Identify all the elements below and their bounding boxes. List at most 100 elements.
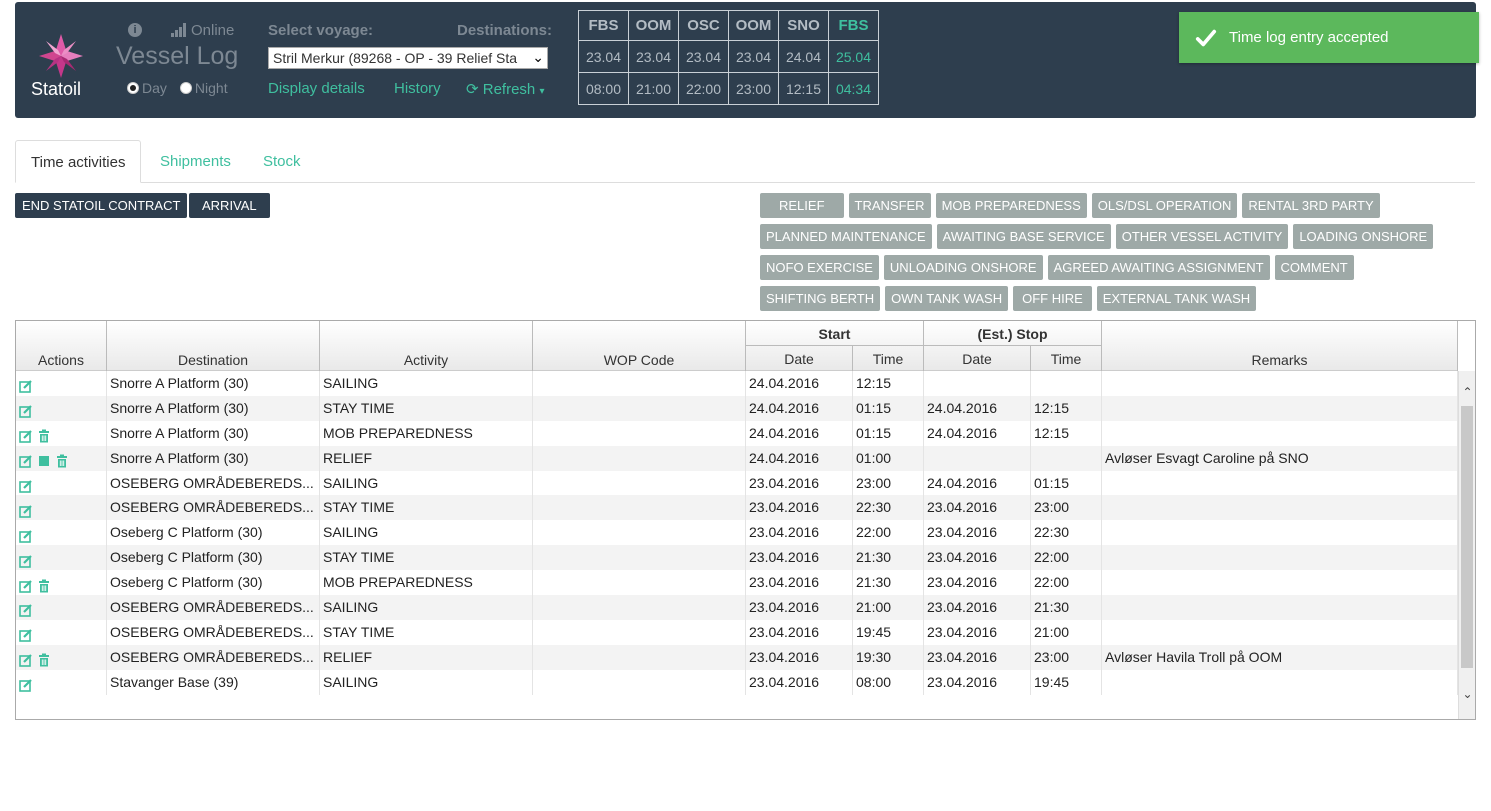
actions-cell (16, 644, 107, 670)
activity-button-transfer[interactable]: TRANSFER (848, 193, 931, 218)
table-row[interactable]: Snorre A Platform (30) SAILING 24.04.2016 1… (16, 371, 1458, 396)
end-contract-button[interactable]: END STATOIL CONTRACT (15, 193, 188, 218)
start-time-cell: 01:15 (853, 420, 924, 446)
col-remarks-header[interactable]: Remarks (1102, 321, 1458, 371)
col-actions-header[interactable]: Actions (16, 321, 107, 371)
col-start-date-header[interactable]: Date (746, 346, 853, 371)
scroll-down-icon[interactable]: ⌄ (1459, 687, 1475, 701)
activity-button-off-hire[interactable]: OFF HIRE (1013, 286, 1092, 311)
actions-cell (16, 520, 107, 546)
table-row[interactable]: OSEBERG OMRÅDEBEREDS... SAILING 23.04.2016… (16, 470, 1458, 496)
start-time-cell: 21:30 (853, 570, 924, 596)
activity-button-mob-preparedness[interactable]: MOB PREPAREDNESS (935, 193, 1087, 218)
activity-button-awaiting-base-service[interactable]: AWAITING BASE SERVICE (936, 224, 1111, 249)
activity-button-external-tank-wash[interactable]: EXTERNAL TANK WASH (1096, 286, 1257, 311)
activity-button-agreed-awaiting-assignment[interactable]: AGREED AWAITING ASSIGNMENT (1047, 255, 1270, 280)
col-wop-header[interactable]: WOP Code (533, 321, 746, 371)
edit-icon[interactable] (19, 625, 33, 643)
trash-icon[interactable] (37, 650, 51, 667)
night-label: Night (194, 80, 228, 96)
col-activity-header[interactable]: Activity (320, 321, 533, 371)
edit-icon[interactable] (19, 650, 33, 668)
destination-cell: Stavanger Base (39) (107, 669, 320, 695)
arrival-button[interactable]: ARRIVAL (189, 193, 270, 218)
col-destination-header[interactable]: Destination (107, 321, 320, 371)
col-stop-time-header[interactable]: Time (1031, 346, 1102, 371)
start-time-cell: 21:00 (853, 595, 924, 620)
activity-button-group: RELIEF TRANSFER MOB PREPAREDNESS OLS/DSL OP… (760, 193, 1475, 317)
wop-code-cell (533, 371, 746, 396)
day-label: Day (142, 80, 167, 96)
edit-icon[interactable] (19, 600, 33, 618)
table-row[interactable]: OSEBERG OMRÅDEBEREDS... RELIEF 23.04.2016 1… (16, 644, 1458, 670)
actions-cell (16, 420, 107, 446)
dest-time: 21:00 (628, 72, 679, 105)
start-time-cell: 01:15 (853, 395, 924, 421)
tab-stock[interactable]: Stock (248, 140, 316, 183)
table-row[interactable]: Oseberg C Platform (30) MOB PREPAREDNESS 2… (16, 570, 1458, 596)
edit-icon[interactable] (19, 501, 33, 518)
table-body: Snorre A Platform (30) SAILING 24.04.2016 1… (16, 371, 1458, 695)
activity-button-own-tank-wash[interactable]: OWN TANK WASH (885, 286, 1009, 311)
display-details-link[interactable]: Display details (268, 80, 365, 97)
activity-cell: STAY TIME (320, 545, 533, 571)
edit-icon[interactable] (19, 376, 33, 394)
table-row[interactable]: OSEBERG OMRÅDEBEREDS... STAY TIME 23.04.20… (16, 619, 1458, 645)
edit-icon[interactable] (19, 401, 33, 419)
day-radio[interactable] (127, 82, 139, 94)
trash-icon[interactable] (37, 426, 51, 443)
scrollbar-thumb[interactable] (1461, 406, 1473, 668)
info-icon[interactable]: i (128, 23, 142, 37)
scroll-up-icon[interactable]: ⌃ (1459, 385, 1475, 399)
activity-button-loading-onshore[interactable]: LOADING ONSHORE (1293, 224, 1434, 249)
table-row[interactable]: OSEBERG OMRÅDEBEREDS... STAY TIME 23.04.20… (16, 495, 1458, 521)
edit-icon[interactable] (19, 451, 33, 468)
table-row[interactable]: Stavanger Base (39) SAILING 23.04.2016 08:0… (16, 669, 1458, 695)
activity-button-nofo-exercise[interactable]: NOFO EXERCISE (760, 255, 879, 280)
trash-icon[interactable] (55, 451, 69, 468)
stop-date-cell: 24.04.2016 (924, 420, 1031, 446)
activity-button-shifting-berth[interactable]: SHIFTING BERTH (760, 286, 881, 311)
edit-icon[interactable] (19, 576, 33, 593)
table-row[interactable]: Snorre A Platform (30) STAY TIME 24.04.201… (16, 395, 1458, 421)
app-title: Vessel Log (116, 42, 239, 70)
activity-cell: MOB PREPAREDNESS (320, 570, 533, 596)
start-time-cell: 19:30 (853, 644, 924, 670)
activity-button-rental-3rd-party[interactable]: RENTAL 3RD PARTY (1242, 193, 1380, 218)
tab-time-activities[interactable]: Time activities (15, 140, 142, 183)
activity-button-ols-dsl-operation[interactable]: OLS/DSL OPERATION (1091, 193, 1238, 218)
table-row[interactable]: Snorre A Platform (30) MOB PREPAREDNESS 24… (16, 420, 1458, 446)
edit-icon[interactable] (19, 675, 33, 692)
dest-date: 23.04 (678, 40, 729, 73)
stop-date-cell: 23.04.2016 (924, 495, 1031, 521)
destination-cell: OSEBERG OMRÅDEBEREDS... (107, 619, 320, 645)
remarks-cell (1102, 545, 1458, 571)
actions-cell (16, 619, 107, 645)
table-row[interactable]: Oseberg C Platform (30) SAILING 23.04.2016… (16, 520, 1458, 546)
edit-icon[interactable] (19, 476, 33, 493)
activity-button-other-vessel-activity[interactable]: OTHER VESSEL ACTIVITY (1115, 224, 1289, 249)
activity-button-comment[interactable]: COMMENT (1274, 255, 1354, 280)
table-row[interactable]: Snorre A Platform (30) RELIEF 24.04.2016 01… (16, 445, 1458, 471)
start-date-cell: 23.04.2016 (746, 619, 853, 645)
remarks-cell (1102, 520, 1458, 546)
edit-icon[interactable] (19, 426, 33, 444)
activity-button-relief[interactable]: RELIEF (760, 193, 844, 218)
edit-icon[interactable] (19, 551, 33, 568)
stop-icon[interactable] (37, 451, 51, 467)
voyage-select[interactable]: Stril Merkur (89268 - OP - 39 Relief Sta… (268, 47, 548, 69)
table-row[interactable]: OSEBERG OMRÅDEBEREDS... SAILING 23.04.2016… (16, 595, 1458, 620)
table-scrollbar[interactable]: ⌃ ⌄ (1458, 371, 1475, 719)
history-link[interactable]: History (394, 80, 441, 97)
refresh-dropdown[interactable]: ⟳ Refresh ▾ (466, 80, 544, 98)
activity-button-unloading-onshore[interactable]: UNLOADING ONSHORE (883, 255, 1043, 280)
col-stop-date-header[interactable]: Date (924, 346, 1031, 371)
activity-button-planned-maintenance[interactable]: PLANNED MAINTENANCE (760, 224, 932, 249)
destination-cell: OSEBERG OMRÅDEBEREDS... (107, 470, 320, 496)
edit-icon[interactable] (19, 526, 33, 543)
col-start-time-header[interactable]: Time (853, 346, 924, 371)
table-row[interactable]: Oseberg C Platform (30) STAY TIME 23.04.20… (16, 545, 1458, 571)
night-radio[interactable] (179, 82, 192, 94)
trash-icon[interactable] (37, 576, 51, 593)
tab-shipments[interactable]: Shipments (145, 140, 246, 183)
